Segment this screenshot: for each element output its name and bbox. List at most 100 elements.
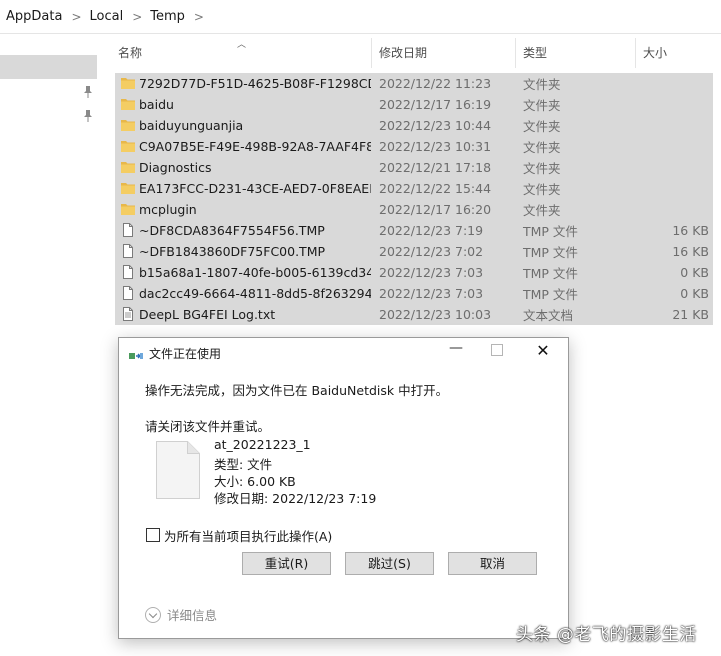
move-file-icon	[129, 347, 143, 359]
file-type: 文本文档	[523, 308, 574, 323]
file-name: 7292D77D-F51D-4625-B08F-F1298CD...	[139, 76, 371, 91]
pin-icon[interactable]	[83, 86, 93, 98]
breadcrumb-temp[interactable]: Temp	[150, 9, 185, 24]
column-size[interactable]: 大小	[636, 38, 721, 68]
file-size: 0 KB	[680, 265, 709, 280]
file-icon	[121, 286, 135, 300]
file-type: 文件夹	[523, 203, 561, 218]
apply-all-label[interactable]: 为所有当前项目执行此操作(A)	[164, 526, 332, 545]
file-date: 2022/12/23 10:03	[379, 307, 492, 322]
file-name: Diagnostics	[139, 160, 212, 175]
file-icon	[121, 265, 135, 279]
chevron-down-icon[interactable]	[145, 606, 161, 623]
address-bar[interactable]: AppData > Local > Temp >	[0, 0, 721, 34]
chevron-right-icon[interactable]: >	[62, 10, 89, 24]
file-row[interactable]: baidu 2022/12/17 16:19 文件夹	[115, 94, 713, 115]
file-row[interactable]: mcplugin 2022/12/17 16:20 文件夹	[115, 199, 713, 220]
file-date: 2022/12/17 16:20	[379, 202, 492, 217]
pin-icon[interactable]	[83, 110, 93, 122]
file-row[interactable]: dac2cc49-6664-4811-8dd5-8f263294... 2022/…	[115, 283, 713, 304]
file-name: b15a68a1-1807-40fe-b005-6139cd34...	[139, 265, 371, 280]
folder-icon	[121, 139, 135, 153]
folder-icon	[121, 160, 135, 174]
column-header: 名称 修改日期 类型 大小	[111, 38, 721, 68]
file-type: 文件夹	[523, 182, 561, 197]
file-date: 2022/12/23 10:44	[379, 118, 492, 133]
breadcrumb-local[interactable]: Local	[90, 9, 124, 24]
dialog-hint: 请关闭该文件并重试。	[145, 419, 271, 434]
file-date: 2022/12/22 15:44	[379, 181, 492, 196]
chevron-right-icon[interactable]: >	[185, 10, 212, 24]
file-row[interactable]: baiduyunguanjia 2022/12/23 10:44 文件夹	[115, 115, 713, 136]
file-icon	[121, 223, 135, 237]
folder-icon	[121, 97, 135, 111]
file-name: EA173FCC-D231-43CE-AED7-0F8EAEE...	[139, 181, 371, 196]
folder-icon	[121, 181, 135, 195]
breadcrumb-appdata[interactable]: AppData	[0, 9, 62, 24]
file-name: C9A07B5E-F49E-498B-92A8-7AAF4F8...	[139, 139, 371, 154]
file-date: 2022/12/23 7:03	[379, 286, 484, 301]
dialog-message: 操作无法完成，因为文件已在 BaiduNetdisk 中打开。	[145, 383, 449, 398]
file-size: 16 KB	[672, 223, 709, 238]
file-size: 0 KB	[680, 286, 709, 301]
file-name: mcplugin	[139, 202, 197, 217]
file-in-use-dialog: 文件正在使用 — ✕ 操作无法完成，因为文件已在 BaiduNetdisk 中打…	[118, 337, 569, 639]
file-type: 文件夹	[523, 161, 561, 176]
file-type: TMP 文件	[523, 266, 578, 281]
file-row[interactable]: EA173FCC-D231-43CE-AED7-0F8EAEE... 2022/1…	[115, 178, 713, 199]
file-name: DeepL BG4FEI Log.txt	[139, 307, 276, 322]
file-type: TMP 文件	[523, 287, 578, 302]
apply-all-checkbox[interactable]	[146, 528, 160, 542]
file-type: 文件夹	[523, 98, 561, 113]
file-row[interactable]: ~DFB1843860DF75FC00.TMP 2022/12/23 7:02 TM…	[115, 241, 713, 262]
file-type: 文件夹	[523, 119, 561, 134]
folder-icon	[121, 118, 135, 132]
column-date[interactable]: 修改日期	[372, 38, 516, 68]
file-row[interactable]: DeepL BG4FEI Log.txt 2022/12/23 10:03 文本文档…	[115, 304, 713, 325]
skip-button[interactable]: 跳过(S)	[345, 552, 434, 575]
file-type: 文件夹	[523, 77, 561, 92]
file-row[interactable]: C9A07B5E-F49E-498B-92A8-7AAF4F8... 2022/1…	[115, 136, 713, 157]
file-row[interactable]: ~DF8CDA8364F7554F56.TMP 2022/12/23 7:19 TM…	[115, 220, 713, 241]
file-name: ~DFB1843860DF75FC00.TMP	[139, 244, 326, 259]
file-date: 2022/12/23 7:19	[379, 223, 484, 238]
file-row[interactable]: Diagnostics 2022/12/21 17:18 文件夹	[115, 157, 713, 178]
file-date: 2022/12/23 7:02	[379, 244, 484, 259]
file-icon	[156, 441, 200, 503]
folder-icon	[121, 202, 135, 216]
retry-button[interactable]: 重试(R)	[242, 552, 331, 575]
watermark: 头条 @老飞的摄影生活	[516, 625, 697, 645]
file-size: 21 KB	[672, 307, 709, 322]
file-modified: 修改日期: 2022/12/23 7:19	[214, 491, 377, 506]
file-date: 2022/12/23 10:31	[379, 139, 492, 154]
folder-icon	[121, 76, 135, 90]
file-date: 2022/12/23 7:03	[379, 265, 484, 280]
maximize-button[interactable]	[491, 344, 503, 356]
file-type: 文件夹	[523, 140, 561, 155]
file-size: 16 KB	[672, 244, 709, 259]
file-date: 2022/12/22 11:23	[379, 76, 492, 91]
file-row[interactable]: b15a68a1-1807-40fe-b005-6139cd34... 2022/…	[115, 262, 713, 283]
column-type[interactable]: 类型	[516, 38, 636, 68]
file-list: 7292D77D-F51D-4625-B08F-F1298CD... 2022/1…	[115, 73, 713, 325]
file-date: 2022/12/17 16:19	[379, 97, 492, 112]
navigation-pane	[0, 33, 104, 333]
file-type: TMP 文件	[523, 245, 578, 260]
file-date: 2022/12/21 17:18	[379, 160, 492, 175]
file-name: baidu	[139, 97, 174, 112]
file-name: dac2cc49-6664-4811-8dd5-8f263294...	[139, 286, 371, 301]
close-button[interactable]: ✕	[535, 341, 551, 361]
file-name: baiduyunguanjia	[139, 118, 244, 133]
dialog-title: 文件正在使用	[149, 347, 222, 361]
minimize-button[interactable]: —	[449, 340, 463, 362]
file-icon	[121, 244, 135, 258]
cancel-button[interactable]: 取消	[448, 552, 537, 575]
nav-selected-item[interactable]	[0, 55, 97, 79]
details-label[interactable]: 详细信息	[167, 605, 217, 624]
file-type: TMP 文件	[523, 224, 578, 239]
chevron-right-icon[interactable]: >	[123, 10, 150, 24]
text-file-icon	[121, 307, 135, 321]
details-toggle[interactable]: 详细信息	[145, 605, 217, 624]
file-row[interactable]: 7292D77D-F51D-4625-B08F-F1298CD... 2022/1…	[115, 73, 713, 94]
column-name[interactable]: 名称	[111, 38, 372, 68]
